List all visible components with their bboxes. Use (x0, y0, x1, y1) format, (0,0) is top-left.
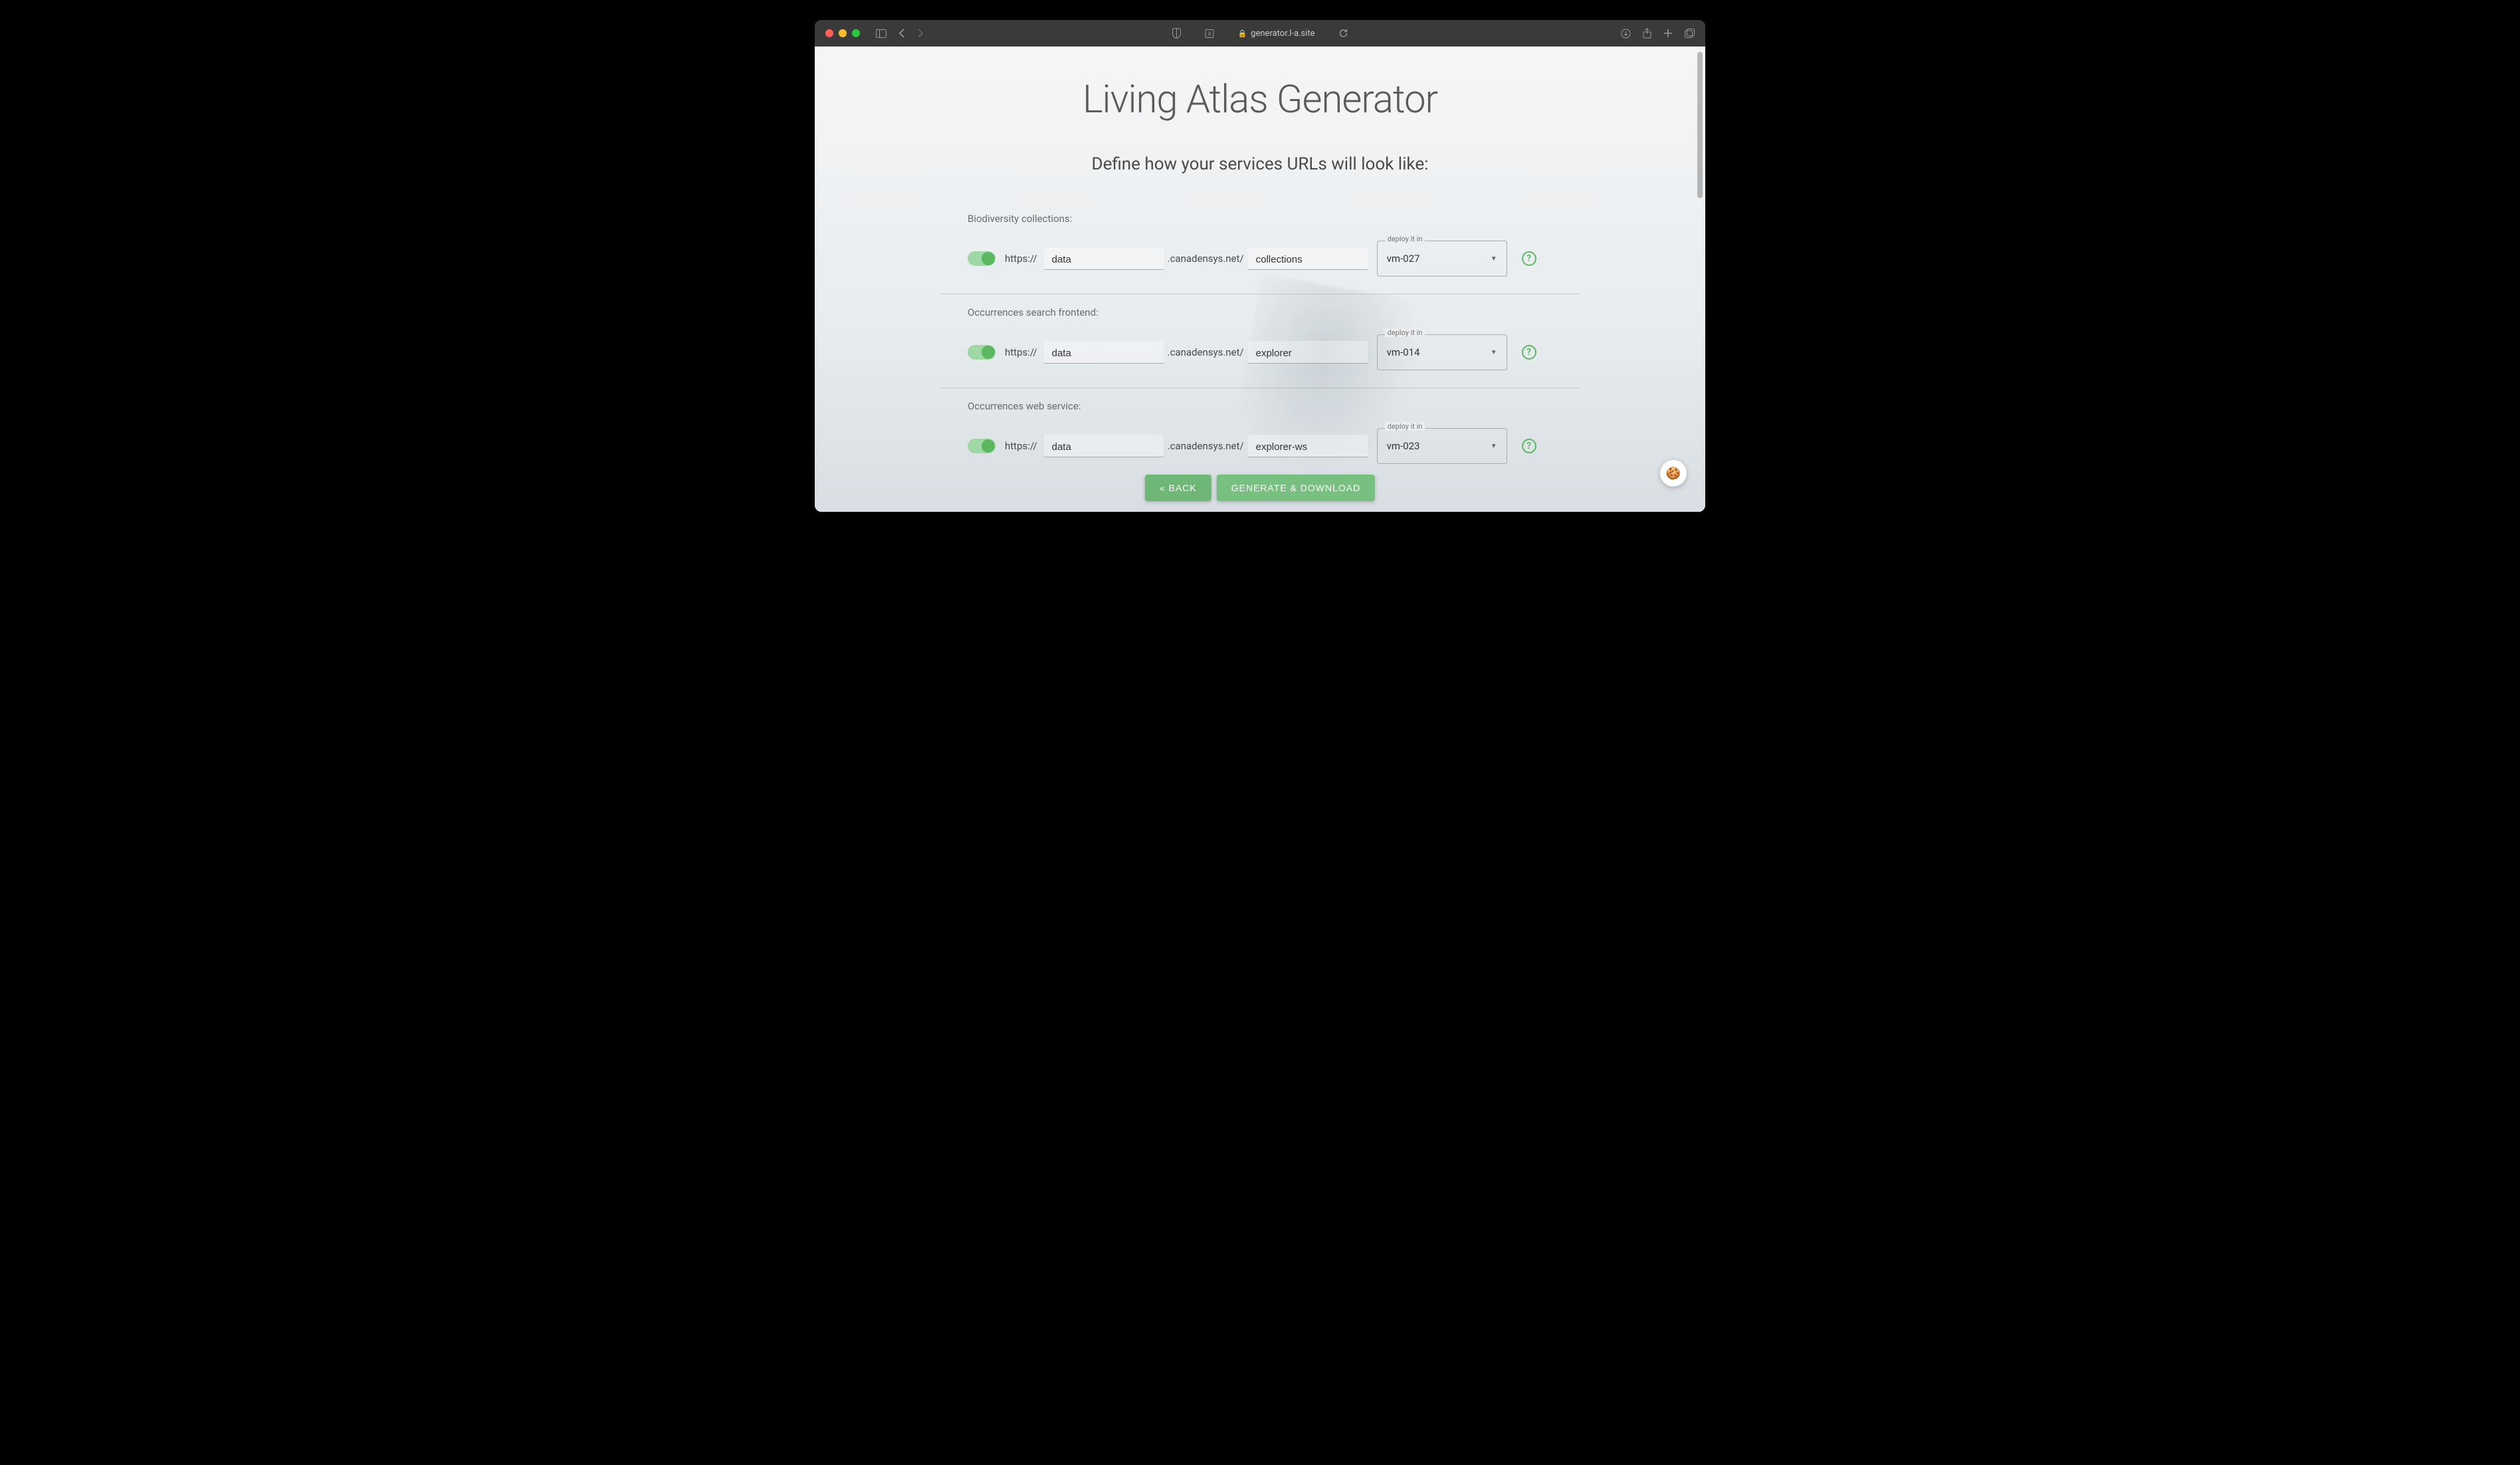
domain-text: .canadensys.net/ (1166, 253, 1245, 265)
cookie-icon: 🍪 (1666, 467, 1681, 481)
footer-actions: « BACK GENERATE & DOWNLOAD (1145, 475, 1375, 501)
enable-toggle[interactable] (968, 345, 996, 360)
service-label: Occurrences search frontend: (968, 306, 1552, 318)
new-tab-icon[interactable] (1663, 29, 1673, 38)
path-input[interactable] (1248, 341, 1368, 364)
help-icon[interactable]: ? (1522, 345, 1536, 360)
page-subtitle: Define how your services URLs will look … (941, 154, 1579, 174)
reload-icon[interactable] (1339, 29, 1348, 38)
deploy-label: deploy it in (1385, 235, 1425, 243)
close-window-button[interactable] (825, 29, 833, 37)
service-row: Biodiversity collections: https:// .canade… (941, 201, 1579, 294)
forward-icon[interactable] (917, 29, 924, 38)
svg-text:A: A (1208, 31, 1211, 37)
chevron-down-icon: ▼ (1491, 443, 1497, 450)
fullscreen-window-button[interactable] (852, 29, 860, 37)
enable-toggle[interactable] (968, 439, 996, 453)
minimize-window-button[interactable] (839, 29, 847, 37)
url-text: generator.l-a.site (1251, 29, 1314, 39)
domain-text: .canadensys.net/ (1166, 440, 1245, 452)
service-label: Biodiversity collections: (968, 213, 1552, 225)
viewport: Living Atlas Generator Define how your s… (815, 47, 1705, 512)
help-icon[interactable]: ? (1522, 251, 1536, 266)
domain-text: .canadensys.net/ (1166, 346, 1245, 358)
deploy-select[interactable]: vm-027 ▼ (1377, 241, 1507, 277)
shield-icon[interactable] (1172, 28, 1181, 39)
tabs-overview-icon[interactable] (1685, 29, 1695, 38)
path-input[interactable] (1248, 435, 1368, 457)
deploy-field: deploy it invm-014▼ (1377, 334, 1507, 370)
chevron-down-icon: ▼ (1491, 349, 1497, 356)
deploy-label: deploy it in (1385, 422, 1425, 431)
deploy-select[interactable]: vm-014 ▼ (1377, 334, 1507, 370)
page-title: Living Atlas Generator (941, 77, 1579, 122)
lock-icon: 🔒 (1237, 29, 1247, 38)
back-button[interactable]: « BACK (1145, 475, 1211, 501)
deploy-field: deploy it invm-023▼ (1377, 428, 1507, 464)
deploy-value: vm-023 (1387, 440, 1420, 452)
service-row: Occurrences web service: https:// .canaden… (941, 388, 1579, 481)
back-icon[interactable] (898, 29, 905, 38)
subdomain-input[interactable] (1044, 247, 1164, 270)
enable-toggle[interactable] (968, 251, 996, 266)
generate-download-button[interactable]: GENERATE & DOWNLOAD (1217, 475, 1376, 501)
chevron-down-icon: ▼ (1491, 255, 1497, 263)
deploy-field: deploy it invm-027▼ (1377, 241, 1507, 277)
cookie-settings-button[interactable]: 🍪 (1660, 460, 1687, 487)
path-input[interactable] (1248, 247, 1368, 270)
deploy-value: vm-027 (1387, 253, 1420, 265)
address-bar[interactable]: 🔒 generator.l-a.site (1237, 29, 1314, 39)
subdomain-input[interactable] (1044, 341, 1164, 364)
share-icon[interactable] (1643, 28, 1651, 39)
deploy-select[interactable]: vm-023 ▼ (1377, 428, 1507, 464)
subdomain-input[interactable] (1044, 435, 1164, 457)
protocol-text: https:// (1001, 346, 1041, 358)
deploy-value: vm-014 (1387, 346, 1420, 358)
window-controls (825, 29, 860, 37)
site-settings-icon[interactable]: A (1205, 29, 1213, 38)
sidebar-icon[interactable] (876, 29, 887, 38)
help-icon[interactable]: ? (1522, 439, 1536, 453)
titlebar: A 🔒 generator.l-a.site (815, 20, 1705, 47)
service-row: Occurrences search frontend: https:// .can… (941, 294, 1579, 388)
service-label: Occurrences web service: (968, 400, 1552, 412)
protocol-text: https:// (1001, 440, 1041, 452)
browser-window: A 🔒 generator.l-a.site (815, 20, 1705, 512)
deploy-label: deploy it in (1385, 328, 1425, 337)
downloads-icon[interactable] (1621, 29, 1631, 39)
protocol-text: https:// (1001, 253, 1041, 265)
